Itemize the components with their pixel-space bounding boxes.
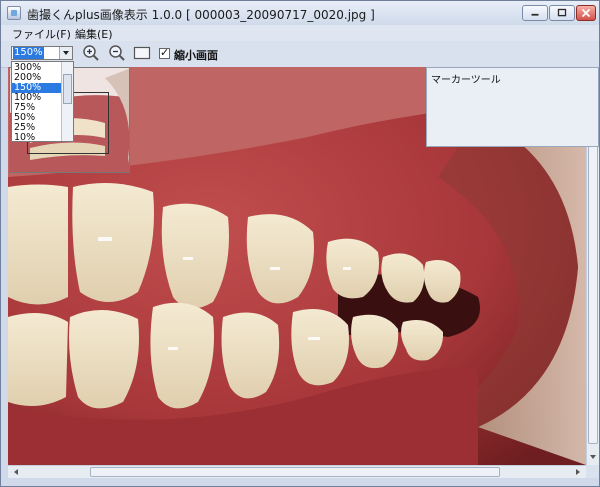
menu-bar: ファイル(F) 編集(E) bbox=[1, 25, 599, 41]
minimize-button[interactable] bbox=[522, 5, 548, 21]
shrink-checkbox-label[interactable]: 縮小画面 bbox=[174, 47, 218, 63]
toolbar: 150% 縮小画面 bbox=[1, 41, 599, 68]
horizontal-scrollbar[interactable] bbox=[8, 465, 586, 478]
menu-edit[interactable]: 編集(E) bbox=[75, 26, 113, 42]
title-bar[interactable]: 歯撮くんplus画像表示 1.0.0 [ 000003_20090717_002… bbox=[1, 1, 599, 25]
marker-tool-panel: マーカーツール bbox=[426, 67, 599, 147]
close-button[interactable] bbox=[576, 5, 596, 21]
dropdown-scroll-thumb[interactable] bbox=[63, 74, 72, 104]
maximize-icon bbox=[557, 8, 567, 17]
zoom-select[interactable]: 150% bbox=[11, 46, 73, 60]
close-icon bbox=[581, 8, 591, 18]
maximize-button[interactable] bbox=[549, 5, 575, 21]
horizontal-scroll-thumb[interactable] bbox=[90, 467, 500, 477]
minimize-icon bbox=[531, 13, 539, 16]
zoom-in-icon[interactable] bbox=[82, 44, 100, 62]
fit-window-icon[interactable] bbox=[133, 44, 151, 62]
dropdown-scrollbar[interactable] bbox=[61, 62, 73, 141]
chevron-down-icon[interactable] bbox=[59, 47, 72, 59]
app-icon bbox=[7, 6, 21, 20]
zoom-option[interactable]: 10% bbox=[12, 133, 62, 143]
shrink-checkbox[interactable] bbox=[159, 46, 170, 59]
scroll-right-icon[interactable] bbox=[571, 467, 585, 477]
resize-grip[interactable] bbox=[586, 465, 599, 478]
zoom-dropdown-list[interactable]: 300% 200% 150% 100% 75% 50% 25% 10% bbox=[11, 61, 74, 143]
app-window: 歯撮くんplus画像表示 1.0.0 [ 000003_20090717_002… bbox=[0, 0, 600, 487]
zoom-options: 300% 200% 150% 100% 75% 50% 25% 10% bbox=[12, 63, 62, 143]
zoom-out-icon[interactable] bbox=[108, 44, 126, 62]
menu-file[interactable]: ファイル(F) bbox=[12, 26, 71, 42]
scroll-down-icon[interactable] bbox=[588, 450, 598, 464]
scroll-left-icon[interactable] bbox=[9, 467, 23, 477]
marker-panel-title: マーカーツール bbox=[431, 75, 501, 86]
window-title: 歯撮くんplus画像表示 1.0.0 [ 000003_20090717_002… bbox=[27, 8, 375, 22]
zoom-select-value: 150% bbox=[13, 47, 44, 59]
